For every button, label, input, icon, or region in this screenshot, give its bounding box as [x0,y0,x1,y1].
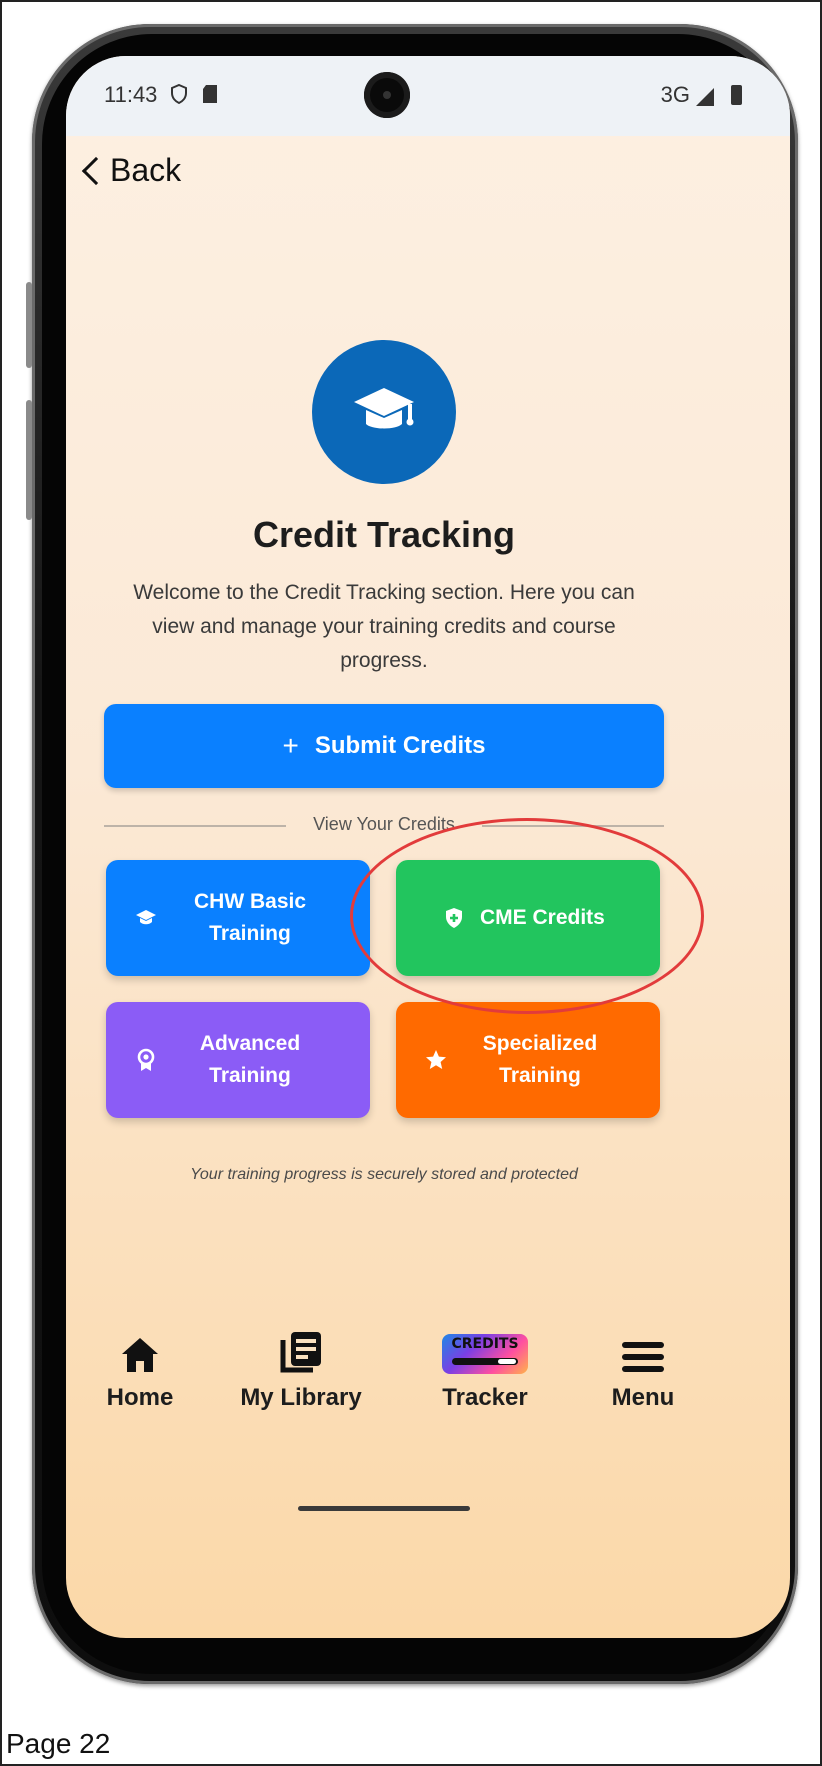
status-bar: 11:43 3G [66,56,790,136]
back-button[interactable]: Back [78,152,181,189]
gesture-home-bar[interactable] [298,1506,470,1511]
security-note: Your training progress is securely store… [190,1166,578,1183]
tile-label: CME Credits [480,906,605,929]
tile-cme-credits[interactable]: CME Credits [396,860,660,976]
graduation-cap-icon [134,906,158,930]
nav-label-my-library: My Library [240,1384,362,1411]
graduation-cap-icon [354,388,414,429]
app-screen: 11:43 3G Back Credit Tracking Welcome to… [66,56,790,1638]
home-icon [120,1326,160,1374]
signal-icon [696,88,714,106]
hero-graduation-icon [312,340,456,484]
page-title: Credit Tracking [252,514,516,555]
shield-plus-icon [442,906,466,930]
page-number: Page 22 [6,1728,111,1759]
vpn-shield-icon [170,83,188,110]
credits-icon: CREDITS [442,1326,528,1374]
page-description: Welcome to the Credit Tracking section. … [133,581,635,672]
nav-label-home: Home [106,1384,174,1411]
divider-label: View Your Credits [313,814,455,834]
tile-label-line1: Advanced [199,1032,301,1055]
credits-progress-fill [498,1359,516,1364]
back-label: Back [110,152,182,188]
tile-label-line1: CHW Basic [193,890,307,913]
sd-card-icon [202,84,218,110]
plus-icon: + [282,730,299,761]
nav-item-tracker[interactable]: CREDITS Tracker [430,1326,540,1412]
award-icon [134,1048,158,1072]
battery-icon [731,85,742,105]
hamburger-icon [622,1326,664,1374]
submit-credits-button[interactable]: + Submit Credits [104,704,664,788]
nav-label-tracker: Tracker [442,1384,528,1411]
submit-credits-label: Submit Credits [314,732,486,759]
tile-label-line1: Specialized [482,1032,598,1055]
nav-label-menu: Menu [611,1384,675,1411]
status-time: 11:43 [104,82,158,107]
star-icon [424,1048,448,1072]
tile-label-line2: Training [209,922,291,945]
tile-label-line2: Training [209,1064,291,1087]
phone-side-button-top [26,282,32,368]
section-divider: View Your Credits [104,814,664,836]
tile-chw-basic-training[interactable]: CHW Basic Training [106,860,370,976]
tile-label-line2: Training [499,1064,581,1087]
network-type: 3G [660,82,690,107]
credits-badge-text: CREDITS [451,1336,519,1352]
tile-advanced-training[interactable]: Advanced Training [106,1002,370,1118]
tile-specialized-training[interactable]: Specialized Training [396,1002,660,1118]
bottom-navigation: Home My Library CREDITS Tracker Menu [66,1326,790,1446]
front-camera [364,72,410,118]
chevron-left-icon [81,156,111,185]
nav-item-menu[interactable]: Menu [598,1326,688,1412]
phone-side-button-bottom [26,400,32,520]
library-icon [279,1326,323,1374]
nav-item-my-library[interactable]: My Library [226,1326,376,1412]
nav-item-home[interactable]: Home [90,1326,190,1412]
